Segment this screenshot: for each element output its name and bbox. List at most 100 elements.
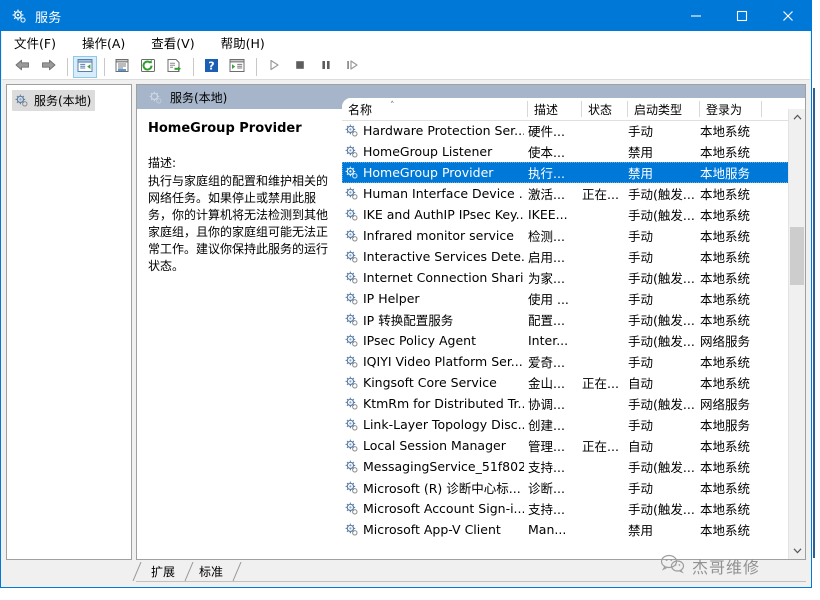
table-row[interactable]: MessagingService_51f8023 支持... 手动(触发... 本地系…: [342, 456, 805, 477]
column-header-status[interactable]: 状态: [582, 98, 628, 120]
service-gear-icon: [344, 480, 359, 495]
menu-view[interactable]: 查看(V): [151, 33, 194, 52]
service-gear-icon: [344, 144, 359, 159]
show-hide-tree-button[interactable]: [73, 55, 97, 78]
cell-status: 正在...: [582, 187, 619, 202]
cell-startup-type: 手动: [628, 124, 654, 139]
table-row[interactable]: KtmRm for Distributed Tr... 协调... 手动(触发...…: [342, 393, 805, 414]
cell-log-on-as: 本地系统: [700, 229, 751, 244]
title-bar: 服务: [1, 1, 811, 31]
table-row[interactable]: Local Session Manager 管理... 正在... 自动 本地系统: [342, 435, 805, 456]
table-row[interactable]: Internet Connection Shari... 为家... 手动(触发..…: [342, 267, 805, 288]
table-row[interactable]: Microsoft Account Sign-i... 支持... 手动(触发...…: [342, 498, 805, 519]
menu-file[interactable]: 文件(F): [14, 33, 56, 52]
table-row[interactable]: Infrared monitor service 检测... 手动 本地系统: [342, 225, 805, 246]
table-row[interactable]: Microsoft App-V Client Man... 禁用 本地系统: [342, 519, 805, 540]
cell-log-on-as: 本地系统: [700, 292, 751, 307]
table-row[interactable]: HomeGroup Listener 使本... 禁用 本地系统: [342, 141, 805, 162]
table-row[interactable]: Microsoft (R) 诊断中心标... 诊断... 手动 本地系统: [342, 477, 805, 498]
forward-button[interactable]: [36, 56, 60, 78]
minimize-button[interactable]: [673, 1, 719, 31]
menu-help[interactable]: 帮助(H): [221, 33, 265, 52]
table-row[interactable]: IP 转换配置服务 配置... 手动(触发... 本地系统: [342, 309, 805, 330]
scroll-up-arrow-icon[interactable]: [789, 109, 805, 126]
service-gear-icon: [344, 249, 359, 264]
scroll-thumb[interactable]: [790, 227, 804, 285]
properties-button[interactable]: [110, 56, 134, 78]
table-row[interactable]: IKE and AuthIP IPsec Key... IKEE... 手动(触发.…: [342, 204, 805, 225]
cell-description: 协调...: [528, 397, 565, 412]
cell-log-on-as: 本地系统: [700, 208, 751, 223]
table-row[interactable]: Interactive Services Dete... 启用... 手动 本地系统: [342, 246, 805, 267]
service-gear-icon: [344, 207, 359, 222]
refresh-button[interactable]: [136, 56, 160, 78]
service-gear-icon: [344, 270, 359, 285]
column-header-startup-type[interactable]: 启动类型: [628, 98, 700, 120]
service-gear-icon: [344, 396, 359, 411]
maximize-button[interactable]: [719, 1, 765, 31]
table-row[interactable]: IPsec Policy Agent Inter... 手动(触发... 网络服务: [342, 330, 805, 351]
list-vertical-scrollbar[interactable]: [788, 109, 805, 559]
table-row[interactable]: Kingsoft Core Service 金山... 正在... 自动 本地系统: [342, 372, 805, 393]
list-rows: Hardware Protection Ser... 硬件... 手动 本地系统 Ho…: [342, 120, 805, 559]
cell-service-name: Human Interface Device ...: [344, 186, 524, 201]
column-header-log-on-as[interactable]: 登录为: [700, 98, 762, 120]
table-row[interactable]: Hardware Protection Ser... 硬件... 手动 本地系统: [342, 120, 805, 141]
cell-service-name: Microsoft (R) 诊断中心标...: [344, 478, 524, 497]
cell-log-on-as: 网络服务: [700, 397, 751, 412]
column-header-log-on-as-label: 登录为: [706, 102, 743, 117]
cell-startup-type: 禁用: [628, 166, 654, 181]
table-row[interactable]: HomeGroup Provider 执行... 禁用 本地服务: [342, 162, 805, 183]
scroll-down-arrow-icon[interactable]: [789, 542, 805, 559]
refresh-icon: [140, 58, 156, 76]
cell-startup-type: 手动: [628, 355, 654, 370]
services-gear-icon: [148, 90, 163, 105]
service-detail-description-label: 描述:: [148, 156, 177, 170]
cell-description: 使用 ...: [528, 292, 569, 307]
cell-service-name: IP 转换配置服务: [344, 310, 524, 329]
pause-service-icon: [319, 58, 333, 75]
help-button[interactable]: ?: [199, 56, 223, 78]
pause-service-button[interactable]: [314, 56, 338, 78]
watermark: 杰哥维修: [660, 554, 760, 578]
show-hide-tree-icon: [77, 58, 93, 76]
column-header-description-label: 描述: [534, 102, 559, 117]
table-row[interactable]: IP Helper 使用 ... 手动 本地系统: [342, 288, 805, 309]
cell-service-name: IP Helper: [344, 291, 524, 306]
client-area: 服务(本地) 服务(本地) HomeGroup Provider 描述: 执行与…: [2, 80, 810, 587]
back-arrow-icon: [14, 58, 31, 75]
table-row[interactable]: IQIYI Video Platform Ser... 爱奇... 手动 本地系统: [342, 351, 805, 372]
cell-service-name: HomeGroup Listener: [344, 144, 524, 159]
toolbar: ?: [2, 54, 810, 80]
tab-standard[interactable]: 标准: [184, 562, 242, 581]
cell-service-name: KtmRm for Distributed Tr...: [344, 396, 524, 411]
background-page-bottom: [0, 588, 820, 600]
services-gear-icon: [14, 93, 29, 108]
column-header-status-label: 状态: [588, 102, 613, 117]
close-button[interactable]: [765, 1, 811, 31]
back-button[interactable]: [10, 56, 34, 78]
table-row[interactable]: Human Interface Device ... 激活... 正在... 手动(触…: [342, 183, 805, 204]
column-header-description[interactable]: 描述: [528, 98, 582, 120]
stop-service-button[interactable]: [288, 56, 312, 78]
results-pane-header-label: 服务(本地): [170, 90, 228, 105]
start-service-button[interactable]: [262, 56, 286, 78]
cell-startup-type: 手动(触发...: [628, 460, 695, 475]
service-gear-icon: [344, 123, 359, 138]
tab-extended[interactable]: 扩展: [132, 562, 194, 581]
menu-action[interactable]: 操作(A): [82, 33, 125, 52]
service-detail-title: HomeGroup Provider: [148, 121, 302, 136]
tree-node-services-local[interactable]: 服务(本地): [12, 90, 96, 111]
show-action-pane-icon: [229, 58, 245, 76]
column-header-name[interactable]: 名称 ˄: [342, 98, 528, 120]
cell-startup-type: 手动(触发...: [628, 334, 695, 349]
cell-description: Inter...: [528, 333, 569, 348]
cell-description: 激活...: [528, 187, 565, 202]
export-list-button[interactable]: [162, 56, 186, 78]
restart-service-button[interactable]: [340, 56, 364, 78]
table-row[interactable]: Link-Layer Topology Disc... 创建... 手动 本地服务: [342, 414, 805, 435]
cell-startup-type: 手动(触发...: [628, 208, 695, 223]
cell-description: 执行...: [528, 166, 565, 181]
cell-service-name: Local Session Manager: [344, 438, 524, 453]
show-action-pane-button[interactable]: [225, 56, 249, 78]
